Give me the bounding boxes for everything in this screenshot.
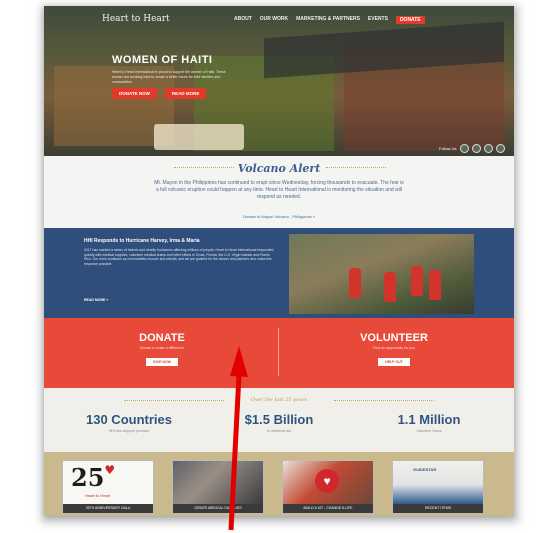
donate-subtitle: Donate to make a difference xyxy=(140,346,184,350)
hero-donate-button[interactable]: DONATE NOW xyxy=(112,88,157,99)
follow-label: Follow Us xyxy=(439,146,457,151)
volunteer-title: VOLUNTEER xyxy=(360,332,428,344)
tile-build-a-kit[interactable]: ♥ BUILD A KIT - CHANGE A LIFE xyxy=(282,460,374,514)
nav-item-marketing-partners[interactable]: MARKETING & PARTNERS xyxy=(296,16,360,24)
nav-item-our-work[interactable]: OUR WORK xyxy=(260,16,288,24)
help-out-button[interactable]: HELP OUT xyxy=(378,358,410,366)
stat-aid: $1.5 Billion In delivered aid xyxy=(204,412,354,433)
youtube-icon[interactable] xyxy=(483,144,493,153)
volunteer-column: VOLUNTEER Find an opportunity for you HE… xyxy=(294,332,494,368)
hero-banner: Heart to Heart ABOUT OUR WORK MARKETING … xyxy=(44,6,514,156)
news-title[interactable]: HHI Responds to Hurricane Harvey, Irma &… xyxy=(84,238,200,244)
anniversary-brand: Heart to Heart xyxy=(85,493,111,498)
facebook-icon[interactable] xyxy=(459,144,469,153)
news-photo xyxy=(289,234,474,314)
news-section: HHI Responds to Hurricane Harvey, Irma &… xyxy=(44,228,514,318)
main-nav: ABOUT OUR WORK MARKETING & PARTNERS EVEN… xyxy=(234,16,425,24)
medical-supplies-image xyxy=(173,461,263,504)
volcano-alert-section: Volcano Alert Mt. Mayon in the Philippin… xyxy=(44,156,514,228)
tile-caption: ORDER MEDICAL SUPPLIES xyxy=(173,504,263,513)
kit-image: ♥ xyxy=(283,461,373,504)
hhi-logo-icon: ♥ xyxy=(315,469,339,493)
stat-countries: 130 Countries HHI has shipped products xyxy=(54,412,204,433)
tile-recent-items[interactable]: GUIDESTAR RECENT ITEMS xyxy=(392,460,484,514)
volcano-alert-title: Volcano Alert xyxy=(237,162,321,175)
stat-number: 1.1 Million xyxy=(397,412,461,427)
nav-item-events[interactable]: EVENTS xyxy=(368,16,388,24)
stat-label: In delivered aid xyxy=(267,429,291,433)
title-divider-right xyxy=(326,167,386,170)
guidestar-label: GUIDESTAR xyxy=(413,467,437,472)
twitter-icon[interactable] xyxy=(471,144,481,153)
volunteer-figure xyxy=(429,270,441,300)
tile-caption: 25TH ANNIVERSARY GALA xyxy=(63,504,153,513)
heart-icon: ♥ xyxy=(104,463,116,477)
hero-text: Heart to Heart International is proud to… xyxy=(112,70,226,84)
donate-volunteer-band: DONATE Donate to make a difference GIVE … xyxy=(44,318,514,388)
volcano-donate-link[interactable]: Donate to Mayon Volcano - Philippines » xyxy=(44,214,514,219)
hero-title: WOMEN OF HAITI xyxy=(112,54,213,66)
title-divider-right xyxy=(334,400,434,403)
volunteer-figure xyxy=(384,272,396,302)
anniversary-logo: 25♥ xyxy=(71,463,116,492)
give-now-button[interactable]: GIVE NOW xyxy=(146,358,178,366)
website-page: Heart to Heart ABOUT OUR WORK MARKETING … xyxy=(44,6,514,516)
stat-label: HHI has shipped products xyxy=(108,429,150,433)
hero-read-more-button[interactable]: READ MORE xyxy=(164,88,207,99)
volunteer-figure xyxy=(349,268,361,298)
stat-label: Volunteer Hours xyxy=(416,429,442,433)
hero-buttons: DONATE NOW READ MORE xyxy=(112,88,207,99)
tile-caption: RECENT ITEMS xyxy=(393,504,483,513)
column-divider xyxy=(278,328,279,376)
impact-stats-section: Over the last 25 years 130 Countries HHI… xyxy=(44,388,514,452)
social-follow: Follow Us xyxy=(439,144,505,153)
news-text: 2017 has marked a series of historic and… xyxy=(84,248,274,266)
tile-anniversary-gala[interactable]: 25♥ Heart to Heart 25TH ANNIVERSARY GALA xyxy=(62,460,154,514)
nav-donate-button[interactable]: DONATE xyxy=(395,16,425,24)
volunteer-figure xyxy=(411,266,423,296)
stat-volunteer-hours: 1.1 Million Volunteer Hours xyxy=(354,412,504,433)
donate-title: DONATE xyxy=(139,332,185,344)
eggs-tray-image xyxy=(154,124,244,150)
feature-tiles: 25♥ Heart to Heart 25TH ANNIVERSARY GALA… xyxy=(44,452,514,516)
tile-medical-supplies[interactable]: ORDER MEDICAL SUPPLIES xyxy=(172,460,264,514)
stat-number: 130 Countries xyxy=(86,412,172,427)
site-logo[interactable]: Heart to Heart xyxy=(102,14,170,24)
donate-column: DONATE Donate to make a difference GIVE … xyxy=(62,332,262,368)
instagram-icon[interactable] xyxy=(495,144,505,153)
stat-number: $1.5 Billion xyxy=(244,412,314,427)
guidestar-image: GUIDESTAR xyxy=(393,461,483,504)
tile-caption: BUILD A KIT - CHANGE A LIFE xyxy=(283,504,373,513)
news-read-more-link[interactable]: READ MORE » xyxy=(84,298,108,302)
nav-item-about[interactable]: ABOUT xyxy=(234,16,252,24)
volunteer-subtitle: Find an opportunity for you xyxy=(373,346,415,350)
stats-title: Over the last 25 years xyxy=(250,397,308,403)
volcano-alert-text: Mt. Mayon in the Philippines has continu… xyxy=(154,180,404,200)
